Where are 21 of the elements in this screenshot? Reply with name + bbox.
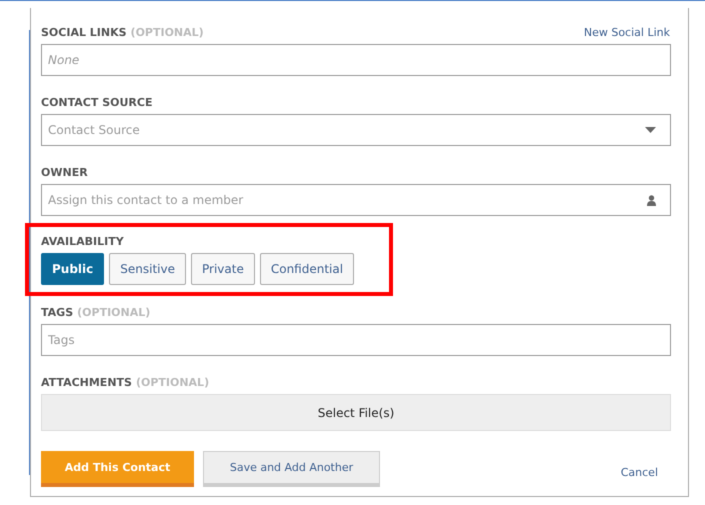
optional-note: (OPTIONAL) — [136, 376, 210, 389]
optional-note: (OPTIONAL) — [77, 306, 150, 319]
input-field[interactable]: None — [41, 44, 671, 76]
field-label: SOCIAL LINKS — [41, 26, 127, 39]
input-field[interactable]: Tags — [41, 324, 671, 356]
field-label: OWNER — [41, 166, 88, 179]
availability-option[interactable]: Public — [41, 253, 104, 285]
person-icon — [647, 194, 656, 206]
optional-note: (OPTIONAL) — [130, 26, 204, 39]
field-label: ATTACHMENTS — [41, 376, 132, 389]
field-label: AVAILABILITY — [41, 235, 124, 248]
field-label: TAGS — [41, 306, 74, 319]
availability-option[interactable]: Sensitive — [109, 253, 186, 285]
availability-option[interactable]: Confidential — [260, 253, 354, 285]
save-and-add-button[interactable]: Save and Add Another — [203, 451, 380, 487]
availability-option[interactable]: Private — [191, 253, 255, 285]
field-label: CONTACT SOURCE — [41, 96, 152, 109]
cancel-link[interactable]: Cancel — [620, 466, 658, 478]
new-social-link[interactable]: New Social Link — [584, 26, 670, 39]
caret-icon — [645, 127, 656, 133]
select-files-button[interactable]: Select File(s) — [41, 394, 671, 431]
